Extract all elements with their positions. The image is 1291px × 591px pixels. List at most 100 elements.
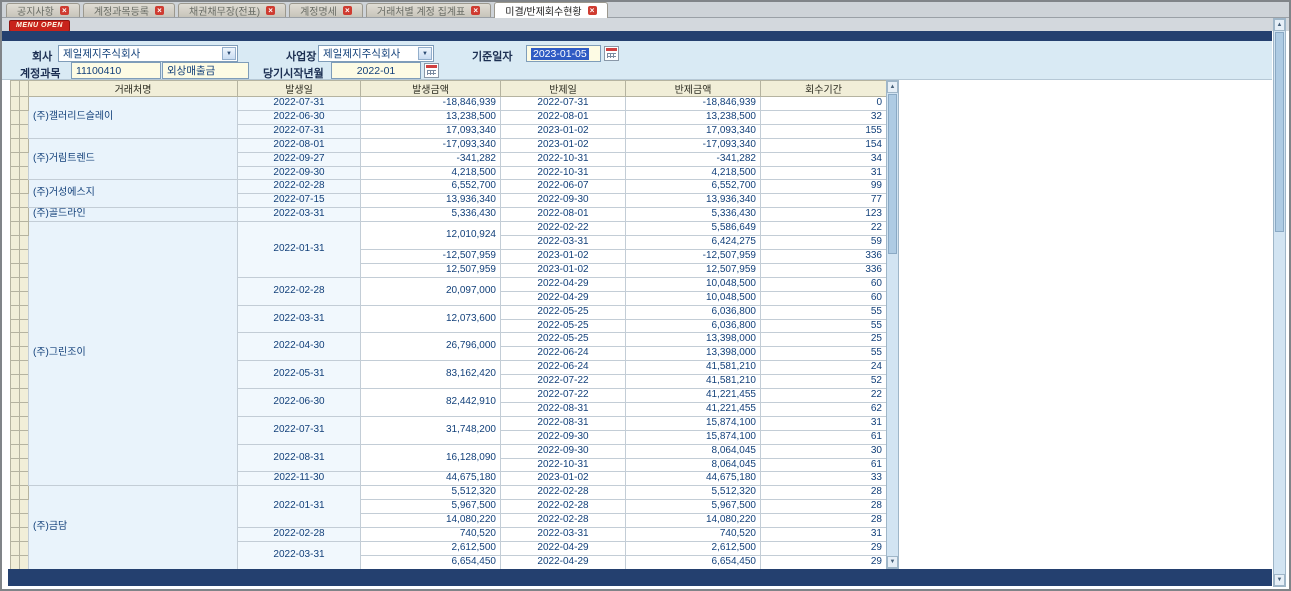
start-month-input[interactable]: 2022-01 (331, 62, 421, 79)
cell-odate[interactable]: 2022-07-15 (238, 194, 361, 208)
row-gutter-cell[interactable] (20, 514, 29, 528)
row-gutter-cell[interactable] (11, 472, 20, 486)
cell-sdate[interactable]: 2022-09-30 (501, 194, 626, 208)
tab-close-icon[interactable]: × (343, 6, 352, 15)
cell-per[interactable]: 61 (761, 430, 887, 444)
row-gutter-cell[interactable] (20, 236, 29, 250)
cell-samt[interactable]: 14,080,220 (626, 514, 761, 528)
cell-oamt[interactable]: -341,282 (361, 152, 501, 166)
cell-samt[interactable]: -18,846,939 (626, 97, 761, 111)
cell-per[interactable]: 31 (761, 166, 887, 180)
row-gutter-cell[interactable] (11, 319, 20, 333)
row-gutter-cell[interactable] (20, 222, 29, 236)
cell-sdate[interactable]: 2023-01-02 (501, 263, 626, 277)
row-gutter-cell[interactable] (20, 430, 29, 444)
chevron-down-icon[interactable]: ▼ (222, 47, 236, 60)
cell-samt[interactable]: 6,036,800 (626, 319, 761, 333)
row-gutter-cell[interactable] (20, 291, 29, 305)
cell-samt[interactable]: 41,581,210 (626, 375, 761, 389)
cell-samt[interactable]: -341,282 (626, 152, 761, 166)
row-gutter-cell[interactable] (20, 319, 29, 333)
cell-sdate[interactable]: 2022-05-25 (501, 319, 626, 333)
site-select[interactable]: 제일제지주식회사 ▼ (318, 45, 434, 62)
row-gutter-cell[interactable] (11, 208, 20, 222)
cell-samt[interactable]: 15,874,100 (626, 416, 761, 430)
tab-close-icon[interactable]: × (471, 6, 480, 15)
cell-sdate[interactable]: 2022-04-29 (501, 277, 626, 291)
row-gutter-cell[interactable] (20, 542, 29, 556)
cell-per[interactable]: 29 (761, 555, 887, 569)
cell-odate[interactable]: 2022-11-30 (238, 472, 361, 486)
row-gutter-cell[interactable] (20, 458, 29, 472)
table-row[interactable]: (주)거성에스지2022-02-286,552,7002022-06-076,5… (11, 180, 887, 194)
table-row[interactable]: (주)금담2022-01-315,512,3202022-02-285,512,… (11, 486, 887, 500)
cell-sdate[interactable]: 2022-05-25 (501, 333, 626, 347)
row-gutter-cell[interactable] (11, 263, 20, 277)
cell-odate[interactable]: 2022-01-31 (238, 222, 361, 278)
cell-samt[interactable]: 6,036,800 (626, 305, 761, 319)
cell-sdate[interactable]: 2023-01-02 (501, 249, 626, 263)
cell-odate[interactable]: 2022-07-31 (238, 97, 361, 111)
cell-oamt[interactable]: 26,796,000 (361, 333, 501, 361)
row-gutter-cell[interactable] (20, 97, 29, 111)
cell-sdate[interactable]: 2022-10-31 (501, 458, 626, 472)
row-gutter-cell[interactable] (11, 110, 20, 124)
cell-odate[interactable]: 2022-02-28 (238, 528, 361, 542)
cell-sdate[interactable]: 2022-07-31 (501, 97, 626, 111)
cell-sdate[interactable]: 2022-06-07 (501, 180, 626, 194)
cell-odate[interactable]: 2022-02-28 (238, 180, 361, 194)
cell-sdate[interactable]: 2022-10-31 (501, 166, 626, 180)
row-gutter-cell[interactable] (11, 97, 20, 111)
cell-per[interactable]: 34 (761, 152, 887, 166)
cell-samt[interactable]: 12,507,959 (626, 263, 761, 277)
row-gutter-cell[interactable] (20, 500, 29, 514)
row-gutter-cell[interactable] (11, 402, 20, 416)
cell-oamt[interactable]: 6,654,450 (361, 555, 501, 569)
cell-samt[interactable]: 10,048,500 (626, 291, 761, 305)
col-header-occur-date[interactable]: 발생일 (238, 81, 361, 97)
row-gutter-cell[interactable] (20, 416, 29, 430)
cell-sdate[interactable]: 2023-01-02 (501, 472, 626, 486)
cell-oamt[interactable]: -18,846,939 (361, 97, 501, 111)
cell-sdate[interactable]: 2022-09-30 (501, 430, 626, 444)
row-gutter-cell[interactable] (11, 180, 20, 194)
cell-samt[interactable]: 6,552,700 (626, 180, 761, 194)
cell-sdate[interactable]: 2022-07-22 (501, 375, 626, 389)
row-gutter-cell[interactable] (11, 389, 20, 403)
cell-sdate[interactable]: 2022-08-01 (501, 208, 626, 222)
cell-samt[interactable]: 5,512,320 (626, 486, 761, 500)
cell-oamt[interactable]: 20,097,000 (361, 277, 501, 305)
calendar-icon[interactable] (424, 63, 439, 78)
cell-sdate[interactable]: 2022-10-31 (501, 152, 626, 166)
cell-per[interactable]: 60 (761, 291, 887, 305)
cell-samt[interactable]: 15,874,100 (626, 430, 761, 444)
account-name-field[interactable]: 외상매출금 (162, 62, 249, 79)
cell-samt[interactable]: 2,612,500 (626, 542, 761, 556)
scrollbar-thumb[interactable] (888, 94, 897, 254)
cell-per[interactable]: 60 (761, 277, 887, 291)
cell-samt[interactable]: 740,520 (626, 528, 761, 542)
cell-sdate[interactable]: 2022-02-28 (501, 514, 626, 528)
col-header-occur-amount[interactable]: 발생금액 (361, 81, 501, 97)
account-code-input[interactable]: 11100410 (71, 62, 161, 79)
row-gutter-cell[interactable] (20, 361, 29, 375)
cell-per[interactable]: 55 (761, 305, 887, 319)
col-header-customer[interactable]: 거래처명 (29, 81, 238, 97)
cell-oamt[interactable]: 5,512,320 (361, 486, 501, 500)
cell-samt[interactable]: -17,093,340 (626, 138, 761, 152)
scroll-down-icon[interactable]: ▼ (1274, 574, 1285, 586)
row-gutter-cell[interactable] (11, 152, 20, 166)
cell-sdate[interactable]: 2022-06-24 (501, 361, 626, 375)
cell-sdate[interactable]: 2022-02-28 (501, 486, 626, 500)
tab-receivable-ledger[interactable]: 채권채무장(전표) × (178, 3, 286, 17)
cell-odate[interactable]: 2022-05-31 (238, 361, 361, 389)
cell-per[interactable]: 123 (761, 208, 887, 222)
cell-samt[interactable]: 13,936,340 (626, 194, 761, 208)
cell-oamt[interactable]: 6,552,700 (361, 180, 501, 194)
cell-oamt[interactable]: 13,936,340 (361, 194, 501, 208)
cell-oamt[interactable]: 740,520 (361, 528, 501, 542)
row-gutter-cell[interactable] (11, 514, 20, 528)
cell-oamt[interactable]: 2,612,500 (361, 542, 501, 556)
table-row[interactable]: (주)갤러리드슬레이2022-07-31-18,846,9392022-07-3… (11, 97, 887, 111)
chevron-down-icon[interactable]: ▼ (418, 47, 432, 60)
